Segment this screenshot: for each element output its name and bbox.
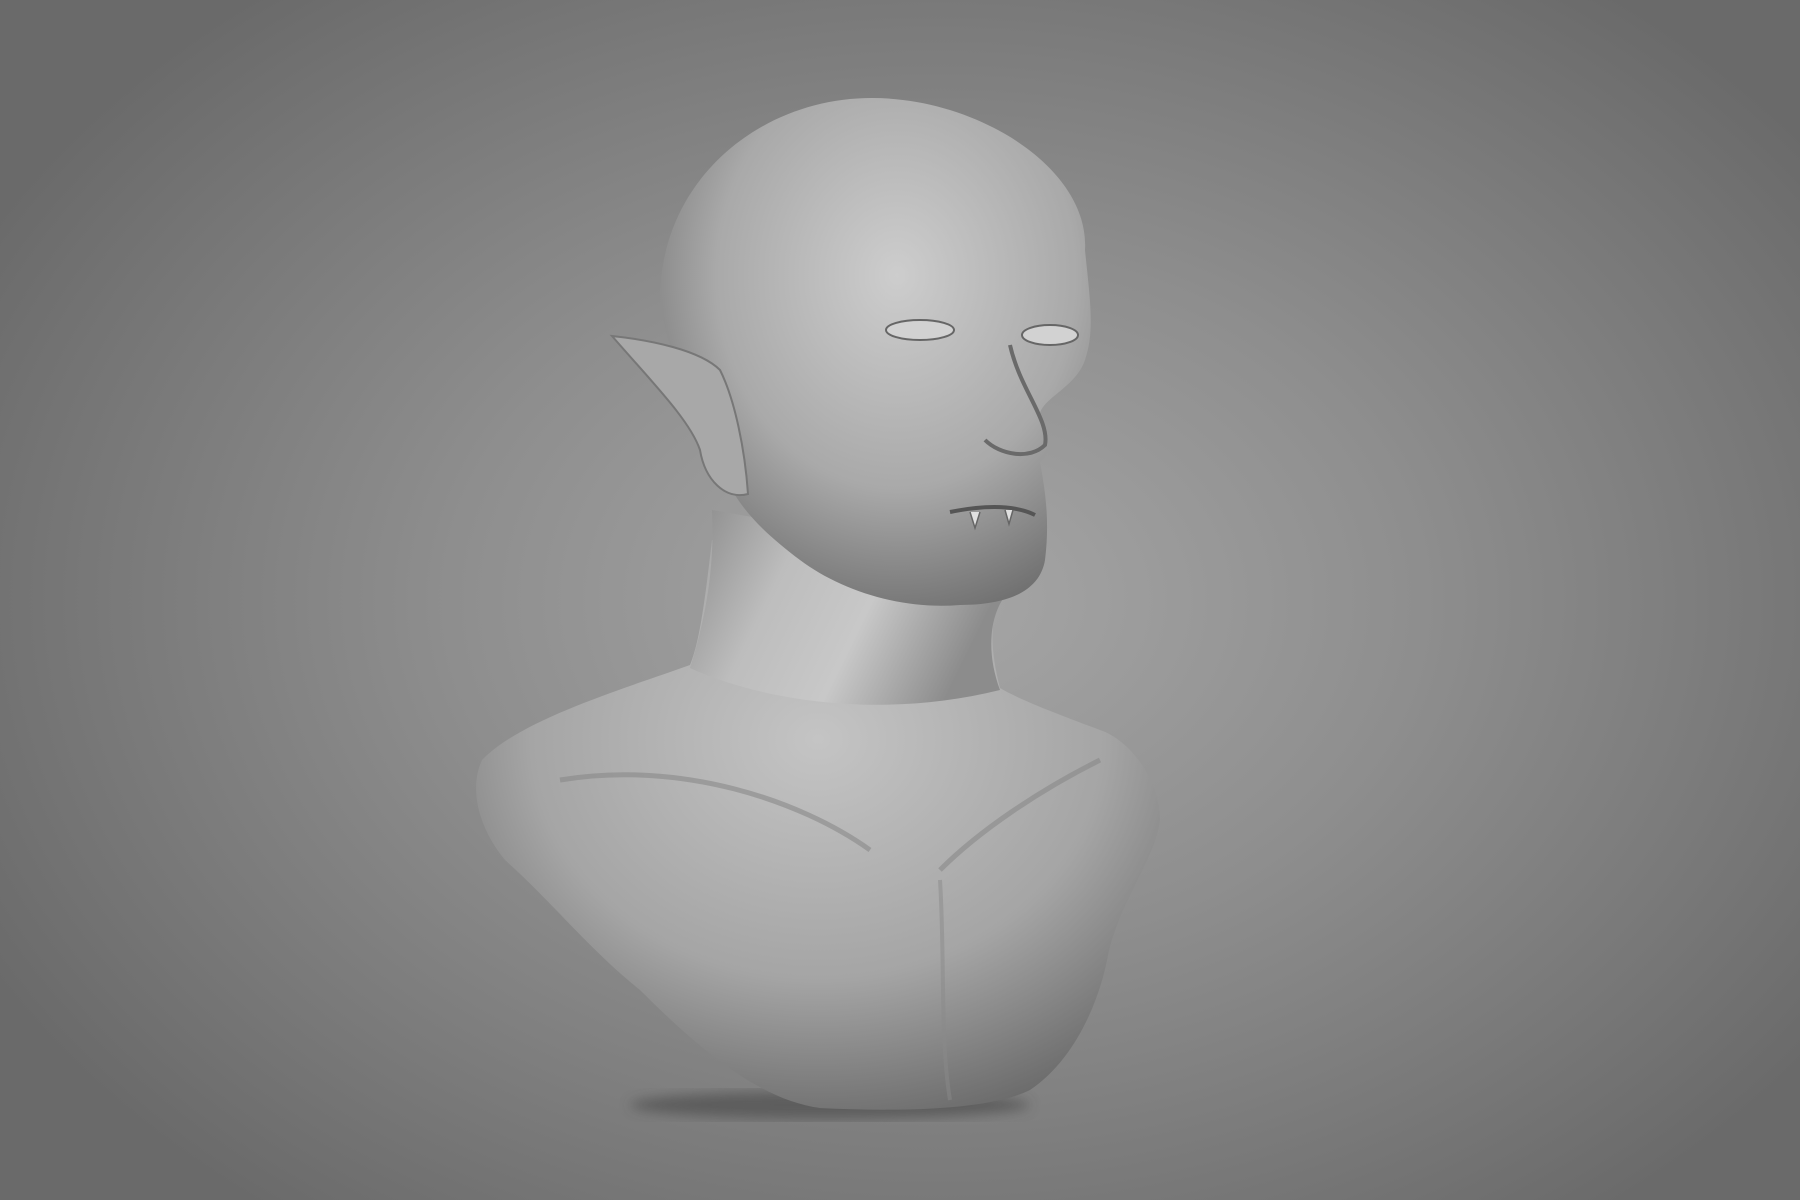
right-eye [1021, 324, 1079, 346]
bust-render [476, 98, 1160, 1119]
left-eye [885, 319, 955, 341]
render-viewport [0, 0, 1800, 1200]
